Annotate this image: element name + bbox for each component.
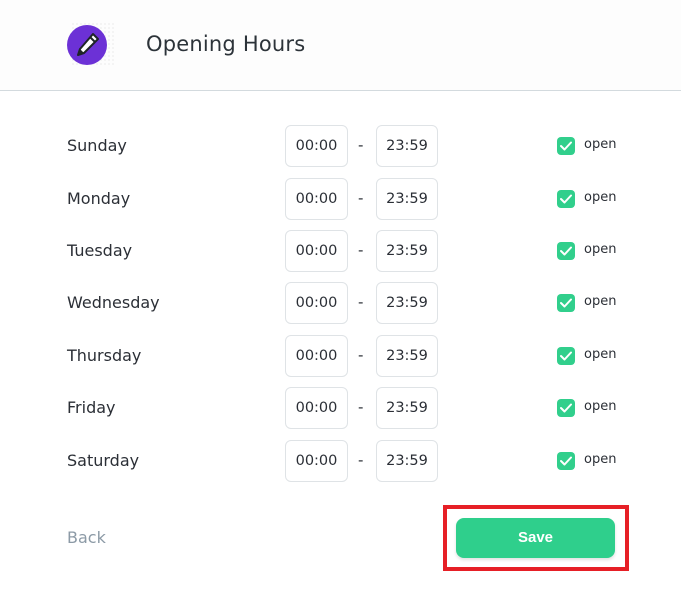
end-time-input[interactable]: 23:59 [376, 440, 438, 482]
end-time-input[interactable]: 23:59 [376, 282, 438, 324]
day-label: Tuesday [67, 241, 133, 260]
day-label: Wednesday [67, 293, 160, 312]
day-row-wednesday: Wednesday 00:00-23:59 open [0, 282, 681, 324]
end-time-input[interactable]: 23:59 [376, 178, 438, 220]
checkmark-icon [560, 456, 572, 466]
checkmark-icon [560, 298, 572, 308]
start-time-input[interactable]: 00:00 [285, 387, 348, 429]
end-time-input[interactable]: 23:59 [376, 230, 438, 272]
open-checkbox[interactable] [557, 452, 575, 470]
end-time-input[interactable]: 23:59 [376, 387, 438, 429]
open-checkbox[interactable] [557, 242, 575, 260]
checkmark-icon [560, 194, 572, 204]
start-time-input[interactable]: 00:00 [285, 178, 348, 220]
start-time-input[interactable]: 00:00 [285, 282, 348, 324]
page-title: Opening Hours [146, 32, 306, 56]
open-label: open [584, 347, 617, 362]
time-separator: - [358, 346, 364, 364]
open-checkbox[interactable] [557, 347, 575, 365]
open-checkbox[interactable] [557, 190, 575, 208]
day-label: Friday [67, 398, 116, 417]
checkmark-icon [560, 141, 572, 151]
day-label: Thursday [67, 346, 142, 365]
save-button[interactable]: Save [456, 518, 615, 558]
day-row-thursday: Thursday 00:00-23:59 open [0, 335, 681, 377]
end-time-input[interactable]: 23:59 [376, 125, 438, 167]
checkmark-icon [560, 351, 572, 361]
day-row-monday: Monday 00:00-23:59 open [0, 178, 681, 220]
end-time-input[interactable]: 23:59 [376, 335, 438, 377]
day-label: Saturday [67, 451, 140, 470]
start-time-input[interactable]: 00:00 [285, 125, 348, 167]
day-row-saturday: Saturday 00:00-23:59 open [0, 440, 681, 482]
open-label: open [584, 137, 617, 152]
time-separator: - [358, 241, 364, 259]
open-checkbox[interactable] [557, 399, 575, 417]
pencil-icon [67, 25, 107, 65]
open-label: open [584, 399, 617, 414]
open-checkbox[interactable] [557, 137, 575, 155]
day-row-friday: Friday 00:00-23:59 open [0, 387, 681, 429]
open-label: open [584, 452, 617, 467]
day-row-sunday: Sunday 00:00-23:59 open [0, 125, 681, 167]
start-time-input[interactable]: 00:00 [285, 230, 348, 272]
time-separator: - [358, 293, 364, 311]
open-label: open [584, 190, 617, 205]
header: Opening Hours [0, 0, 681, 91]
time-separator: - [358, 451, 364, 469]
start-time-input[interactable]: 00:00 [285, 440, 348, 482]
open-checkbox[interactable] [557, 294, 575, 312]
open-label: open [584, 242, 617, 257]
time-separator: - [358, 189, 364, 207]
start-time-input[interactable]: 00:00 [285, 335, 348, 377]
time-separator: - [358, 398, 364, 416]
open-label: open [584, 294, 617, 309]
day-label: Monday [67, 189, 131, 208]
day-label: Sunday [67, 136, 127, 155]
back-link[interactable]: Back [67, 528, 106, 547]
time-separator: - [358, 136, 364, 154]
day-row-tuesday: Tuesday 00:00-23:59 open [0, 230, 681, 272]
checkmark-icon [560, 403, 572, 413]
checkmark-icon [560, 246, 572, 256]
